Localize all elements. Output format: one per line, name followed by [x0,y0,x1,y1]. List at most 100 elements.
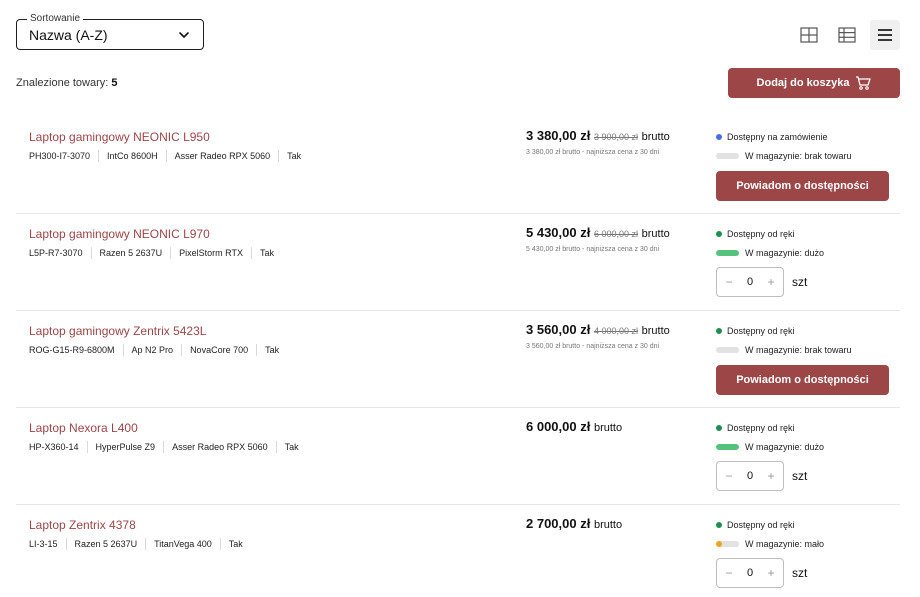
product-name-link[interactable]: Laptop Zentrix 4378 [29,518,136,532]
current-price: 3 560,00 zł [526,322,591,337]
table-view-icon [838,27,856,43]
spec-code: PH300-I7-3070 [29,151,91,161]
spec-gpu: TitanVega 400 [145,538,220,550]
availability-text: Dostępny od ręki [727,520,795,530]
product-price: 3 380,00 zł 3 900,00 zł brutto [526,128,670,143]
price-type: brutto [641,228,670,240]
spec-cpu: HyperPulse Z9 [86,441,164,453]
stock-level-fill [716,250,739,256]
quantity-plus-button[interactable]: + [765,275,777,289]
stock-level-bar [716,541,739,547]
stock-status: W magazynie: dużo [716,248,824,258]
quantity-value[interactable]: 0 [747,276,753,288]
product-price: 3 560,00 zł 4 000,00 zł brutto [526,322,670,337]
list-view-button[interactable] [870,20,900,50]
sort-label: Sortowanie [27,13,84,25]
cart-icon [856,76,872,90]
sort-select[interactable]: Sortowanie Nazwa (A-Z) [16,13,204,50]
availability-dot-icon [716,522,722,528]
product-name-link[interactable]: Laptop gamingowy Zentrix 5423L [29,324,206,338]
stock-status: W magazynie: mało [716,539,824,549]
product-row: Laptop Nexora L400 HP-X360-14 HyperPulse… [16,408,900,505]
product-row: Laptop Zentrix 4378 LI-3-15 Razen 5 2637… [16,505,900,597]
product-row: Laptop gamingowy Zentrix 5423L ROG-G15-R… [16,311,900,408]
spec-gpu: Asser Radeo RPX 5060 [163,441,276,453]
product-name-link[interactable]: Laptop gamingowy NEONIC L970 [29,227,210,241]
grid-view-icon [800,27,818,43]
spec-extra: Tak [250,247,282,259]
product-name-link[interactable]: Laptop gamingowy NEONIC L950 [29,130,210,144]
availability-text: Dostępny od ręki [727,229,795,239]
availability-status: Dostępny na zamówienie [716,132,828,142]
quantity-plus-button[interactable]: + [765,566,777,580]
product-specs: HP-X360-14 HyperPulse Z9 Asser Radeo RPX… [29,441,307,453]
stock-text: W magazynie: brak towaru [745,151,852,161]
notify-availability-button[interactable]: Powiadom o dostępności [716,365,889,395]
table-view-button[interactable] [832,20,862,50]
spec-code: ROG-G15-R9-6800M [29,345,115,355]
found-products-count: Znalezione towary: 5 [16,77,118,89]
product-row: Laptop gamingowy NEONIC L950 PH300-I7-30… [16,117,900,214]
spec-gpu: Asser Radeo RPX 5060 [165,150,279,162]
current-price: 5 430,00 zł [526,225,591,240]
stock-text: W magazynie: dużo [745,442,825,452]
price-type: brutto [641,131,670,143]
quantity-stepper[interactable]: − 0 + [716,558,784,588]
spec-extra: Tak [219,538,251,550]
quantity-minus-button[interactable]: − [723,469,735,483]
add-to-cart-button[interactable]: Dodaj do koszyka [728,68,900,98]
availability-dot-icon [716,134,722,140]
availability-dot-icon [716,231,722,237]
quantity-stepper[interactable]: − 0 + [716,461,784,491]
spec-code: L5P-R7-3070 [29,248,83,258]
quantity-stepper[interactable]: − 0 + [716,267,784,297]
product-specs: LI-3-15 Razen 5 2637U TitanVega 400 Tak [29,538,251,550]
availability-status: Dostępny od ręki [716,520,795,530]
stock-text: W magazynie: mało [745,539,825,549]
quantity-unit: szt [792,469,808,483]
notify-availability-button[interactable]: Powiadom o dostępności [716,171,889,201]
product-row: Laptop gamingowy NEONIC L970 L5P-R7-3070… [16,214,900,311]
lowest-price-note: 3 560,00 zł brutto - najniższa cena z 30… [526,343,660,350]
quantity-control: − 0 + szt [716,558,807,588]
found-label: Znalezione towary: [16,77,109,89]
quantity-value[interactable]: 0 [747,470,753,482]
product-name-link[interactable]: Laptop Nexora L400 [29,421,138,435]
stock-level-bar [716,153,739,159]
spec-cpu: IntCo 8600H [98,150,166,162]
grid-view-button[interactable] [794,20,824,50]
chevron-down-icon [179,32,189,38]
add-to-cart-label: Dodaj do koszyka [756,77,850,89]
spec-code: LI-3-15 [29,539,58,549]
quantity-minus-button[interactable]: − [723,275,735,289]
stock-status: W magazynie: dużo [716,442,824,452]
stock-status: W magazynie: brak towaru [716,345,852,355]
quantity-control: − 0 + szt [716,461,807,491]
stock-level-bar [716,347,739,353]
current-price: 3 380,00 zł [526,128,591,143]
availability-status: Dostępny od ręki [716,423,795,433]
product-specs: L5P-R7-3070 Razen 5 2637U PixelStorm RTX… [29,247,282,259]
availability-status: Dostępny od ręki [716,326,795,336]
quantity-value[interactable]: 0 [747,567,753,579]
product-specs: PH300-I7-3070 IntCo 8600H Asser Radeo RP… [29,150,309,162]
price-type: brutto [593,519,623,531]
found-count: 5 [111,77,118,89]
product-price: 6 000,00 zł brutto [526,419,622,434]
stock-text: W magazynie: dużo [745,248,825,258]
spec-cpu: Razen 5 2637U [65,538,146,550]
lowest-price-note: 3 380,00 zł brutto - najniższa cena z 30… [526,149,660,156]
quantity-unit: szt [792,275,808,289]
stock-status: W magazynie: brak towaru [716,151,852,161]
old-price: 4 000,00 zł [593,326,638,336]
quantity-minus-button[interactable]: − [723,566,735,580]
sort-selected-value: Nazwa (A-Z) [29,27,108,43]
stock-level-bar [716,444,739,450]
old-price: 6 000,00 zł [593,229,638,239]
stock-level-fill [716,541,722,547]
stock-level-bar [716,250,739,256]
quantity-plus-button[interactable]: + [765,469,777,483]
spec-code: HP-X360-14 [29,442,79,452]
spec-extra: Tak [275,441,307,453]
product-list: Laptop gamingowy NEONIC L950 PH300-I7-30… [16,117,900,597]
